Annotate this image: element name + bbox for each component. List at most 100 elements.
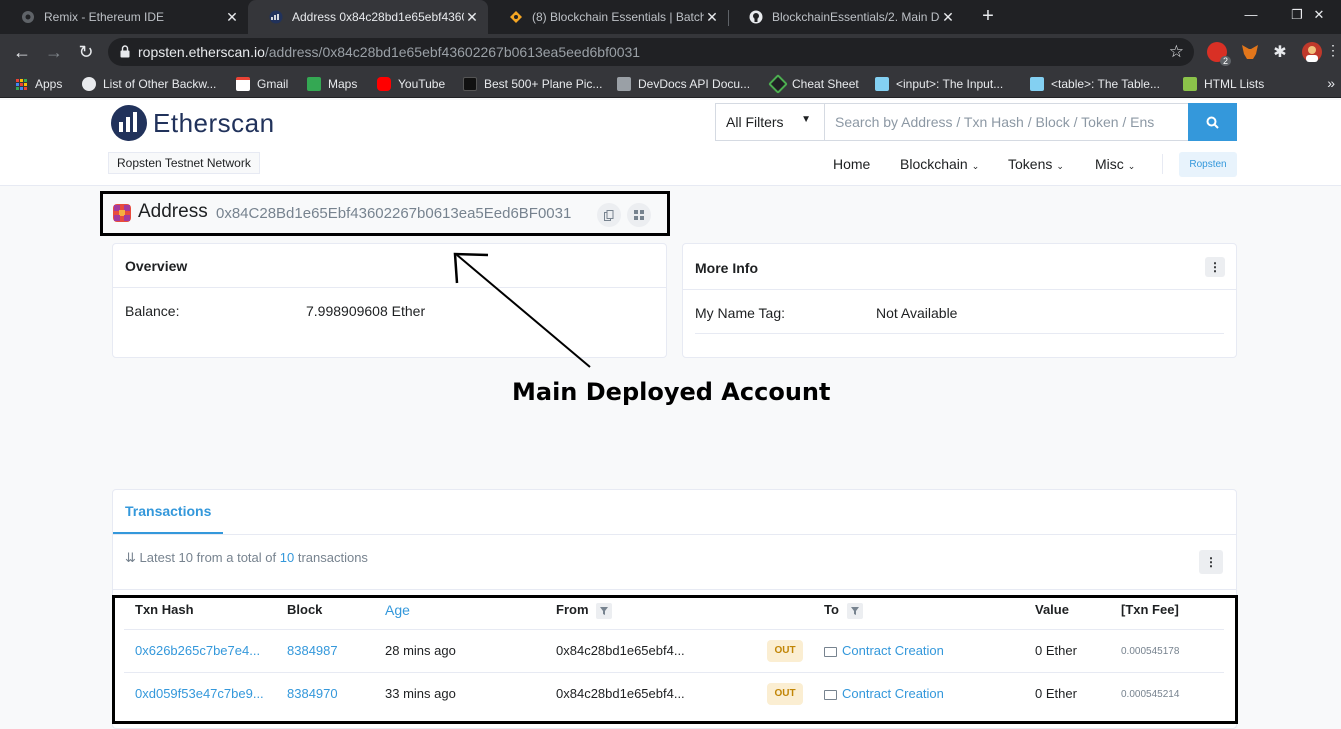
new-tab-button[interactable]: +	[977, 5, 999, 27]
divider	[124, 672, 1224, 673]
balance-label: Balance:	[125, 303, 180, 319]
bookmark-star-icon[interactable]: ☆	[1169, 42, 1184, 62]
back-icon[interactable]: ←	[10, 40, 34, 64]
txn-to-label: Contract Creation	[842, 643, 944, 658]
browser-tab-strip: Remix - Ethereum IDE ✕ Address 0x84c28bd…	[0, 0, 1341, 34]
minimize-window-button[interactable]: —	[1228, 0, 1274, 30]
nav-home[interactable]: Home	[833, 156, 870, 172]
unsplash-icon	[463, 77, 477, 91]
search-input[interactable]: Search by Address / Txn Hash / Block / T…	[824, 103, 1189, 141]
address-identicon	[113, 204, 131, 222]
bookmark-gmail[interactable]: Gmail	[236, 76, 288, 92]
bookmark-youtube[interactable]: YouTube	[377, 76, 445, 92]
bookmark-label: <input>: The Input...	[896, 77, 1004, 91]
bookmark-plane-pics[interactable]: Best 500+ Plane Pic...	[463, 76, 602, 92]
summary-count-link[interactable]: 10	[280, 550, 294, 565]
close-tab-icon[interactable]: ✕	[940, 9, 956, 26]
search-filter-select[interactable]: All Filters ▼	[715, 103, 825, 141]
github-icon	[748, 9, 764, 25]
summary-prefix: Latest 10 from a total of	[139, 550, 277, 565]
close-window-button[interactable]: ✕	[1297, 0, 1341, 30]
more-info-card: More Info ⋮ My Name Tag: Not Available	[682, 243, 1237, 358]
direction-badge: OUT	[767, 640, 803, 662]
address-bar[interactable]: ropsten.etherscan.io/address/0x84c28bd1e…	[108, 38, 1194, 66]
reload-icon[interactable]: ↻	[74, 40, 98, 64]
tab-transactions[interactable]: Transactions	[113, 490, 224, 534]
close-tab-icon[interactable]: ✕	[464, 9, 480, 26]
browser-tab-github[interactable]: BlockchainEssentials/2. Main Dep ✕	[728, 0, 964, 34]
filter-icon[interactable]	[596, 602, 613, 619]
network-switch-button[interactable]: Ropsten	[1179, 152, 1237, 177]
search-button[interactable]	[1188, 103, 1237, 141]
bookmark-devdocs[interactable]: DevDocs API Docu...	[617, 76, 750, 92]
remix-icon	[20, 9, 36, 25]
mdn-icon	[1030, 77, 1044, 91]
column-header-txn-fee[interactable]: [Txn Fee]	[1121, 602, 1179, 617]
block-link[interactable]: 8384970	[287, 686, 338, 701]
devdocs-icon	[617, 77, 631, 91]
contract-icon	[824, 689, 837, 700]
bookmark-apps[interactable]: Apps	[16, 76, 62, 92]
nav-label: Blockchain	[900, 156, 968, 172]
bookmark-mdn-table[interactable]: <table>: The Table...	[1030, 76, 1160, 92]
txn-fee: 0.000545178	[1121, 646, 1180, 657]
bookmark-label: <table>: The Table...	[1051, 77, 1160, 91]
etherscan-logo-icon	[111, 105, 147, 141]
maps-icon	[307, 77, 321, 91]
more-bookmarks-icon[interactable]: »	[1327, 75, 1335, 91]
summary-suffix: transactions	[297, 550, 368, 565]
bookmark-html-lists[interactable]: HTML Lists	[1183, 76, 1264, 92]
nav-divider	[1162, 154, 1163, 174]
nav-label: Misc	[1095, 156, 1124, 172]
bookmark-label: YouTube	[398, 77, 446, 91]
bookmark-mdn-input[interactable]: <input>: The Input...	[875, 76, 1003, 92]
nav-tokens[interactable]: Tokens ⌄	[1008, 156, 1064, 172]
more-options-icon[interactable]: ⋮	[1199, 550, 1223, 574]
metamask-icon[interactable]	[1240, 42, 1260, 62]
txn-hash-link[interactable]: 0x626b265c7be7e4...	[135, 643, 260, 658]
bookmark-cheat-sheet[interactable]: Cheat Sheet	[768, 74, 859, 94]
close-tab-icon[interactable]: ✕	[704, 9, 720, 26]
txn-hash-link[interactable]: 0xd059f53e47c7be9...	[135, 686, 264, 701]
bookmark-label: List of Other Backw...	[103, 77, 217, 91]
divider	[113, 589, 1236, 590]
profile-avatar[interactable]	[1302, 42, 1322, 62]
address-label: Address	[138, 201, 208, 222]
divider	[695, 333, 1224, 334]
bookmark-maps[interactable]: Maps	[307, 76, 357, 92]
w3schools-icon	[1183, 77, 1197, 91]
name-tag-label: My Name Tag:	[695, 305, 785, 321]
browser-tab-batch[interactable]: (8) Blockchain Essentials | Batch 1 ✕	[488, 0, 728, 34]
close-tab-icon[interactable]: ✕	[224, 9, 240, 26]
chevron-down-icon: ▼	[801, 114, 811, 125]
copy-icon[interactable]	[597, 203, 621, 227]
extensions-puzzle-icon[interactable]: ✱	[1270, 42, 1290, 62]
nav-misc[interactable]: Misc ⌄	[1095, 156, 1135, 172]
block-link[interactable]: 8384987	[287, 643, 338, 658]
more-options-icon[interactable]: ⋮	[1205, 257, 1225, 277]
column-header-age[interactable]: Age	[385, 602, 410, 618]
txn-age: 33 mins ago	[385, 686, 456, 701]
txn-value: 0 Ether	[1035, 643, 1077, 658]
bookmark-label: Apps	[35, 77, 63, 91]
qr-code-icon[interactable]	[627, 203, 651, 227]
nav-blockchain[interactable]: Blockchain ⌄	[900, 156, 979, 172]
txn-to[interactable]: Contract Creation	[824, 686, 944, 701]
txn-to[interactable]: Contract Creation	[824, 643, 944, 658]
bookmark-backward-compat[interactable]: List of Other Backw...	[82, 76, 216, 92]
url-path: /address/0x84c28bd1e65ebf43602267b0613ea…	[264, 44, 641, 60]
browser-tab-remix[interactable]: Remix - Ethereum IDE ✕	[0, 0, 248, 34]
forward-icon[interactable]: →	[42, 40, 66, 64]
bookmark-label: Best 500+ Plane Pic...	[484, 77, 603, 91]
txn-age: 28 mins ago	[385, 643, 456, 658]
globe-icon	[82, 77, 96, 91]
etherscan-logo[interactable]: Etherscan	[111, 105, 275, 141]
extension-icon[interactable]: 2	[1207, 42, 1231, 66]
browser-tab-etherscan[interactable]: Address 0x84c28bd1e65ebf43602 ✕	[248, 0, 488, 34]
filter-icon[interactable]	[846, 602, 863, 619]
browser-tab-title: Address 0x84c28bd1e65ebf43602	[292, 10, 464, 24]
gmail-icon	[236, 77, 250, 91]
contract-icon	[824, 646, 837, 657]
youtube-icon	[377, 77, 391, 91]
browser-menu-icon[interactable]: ⋮	[1326, 42, 1340, 59]
